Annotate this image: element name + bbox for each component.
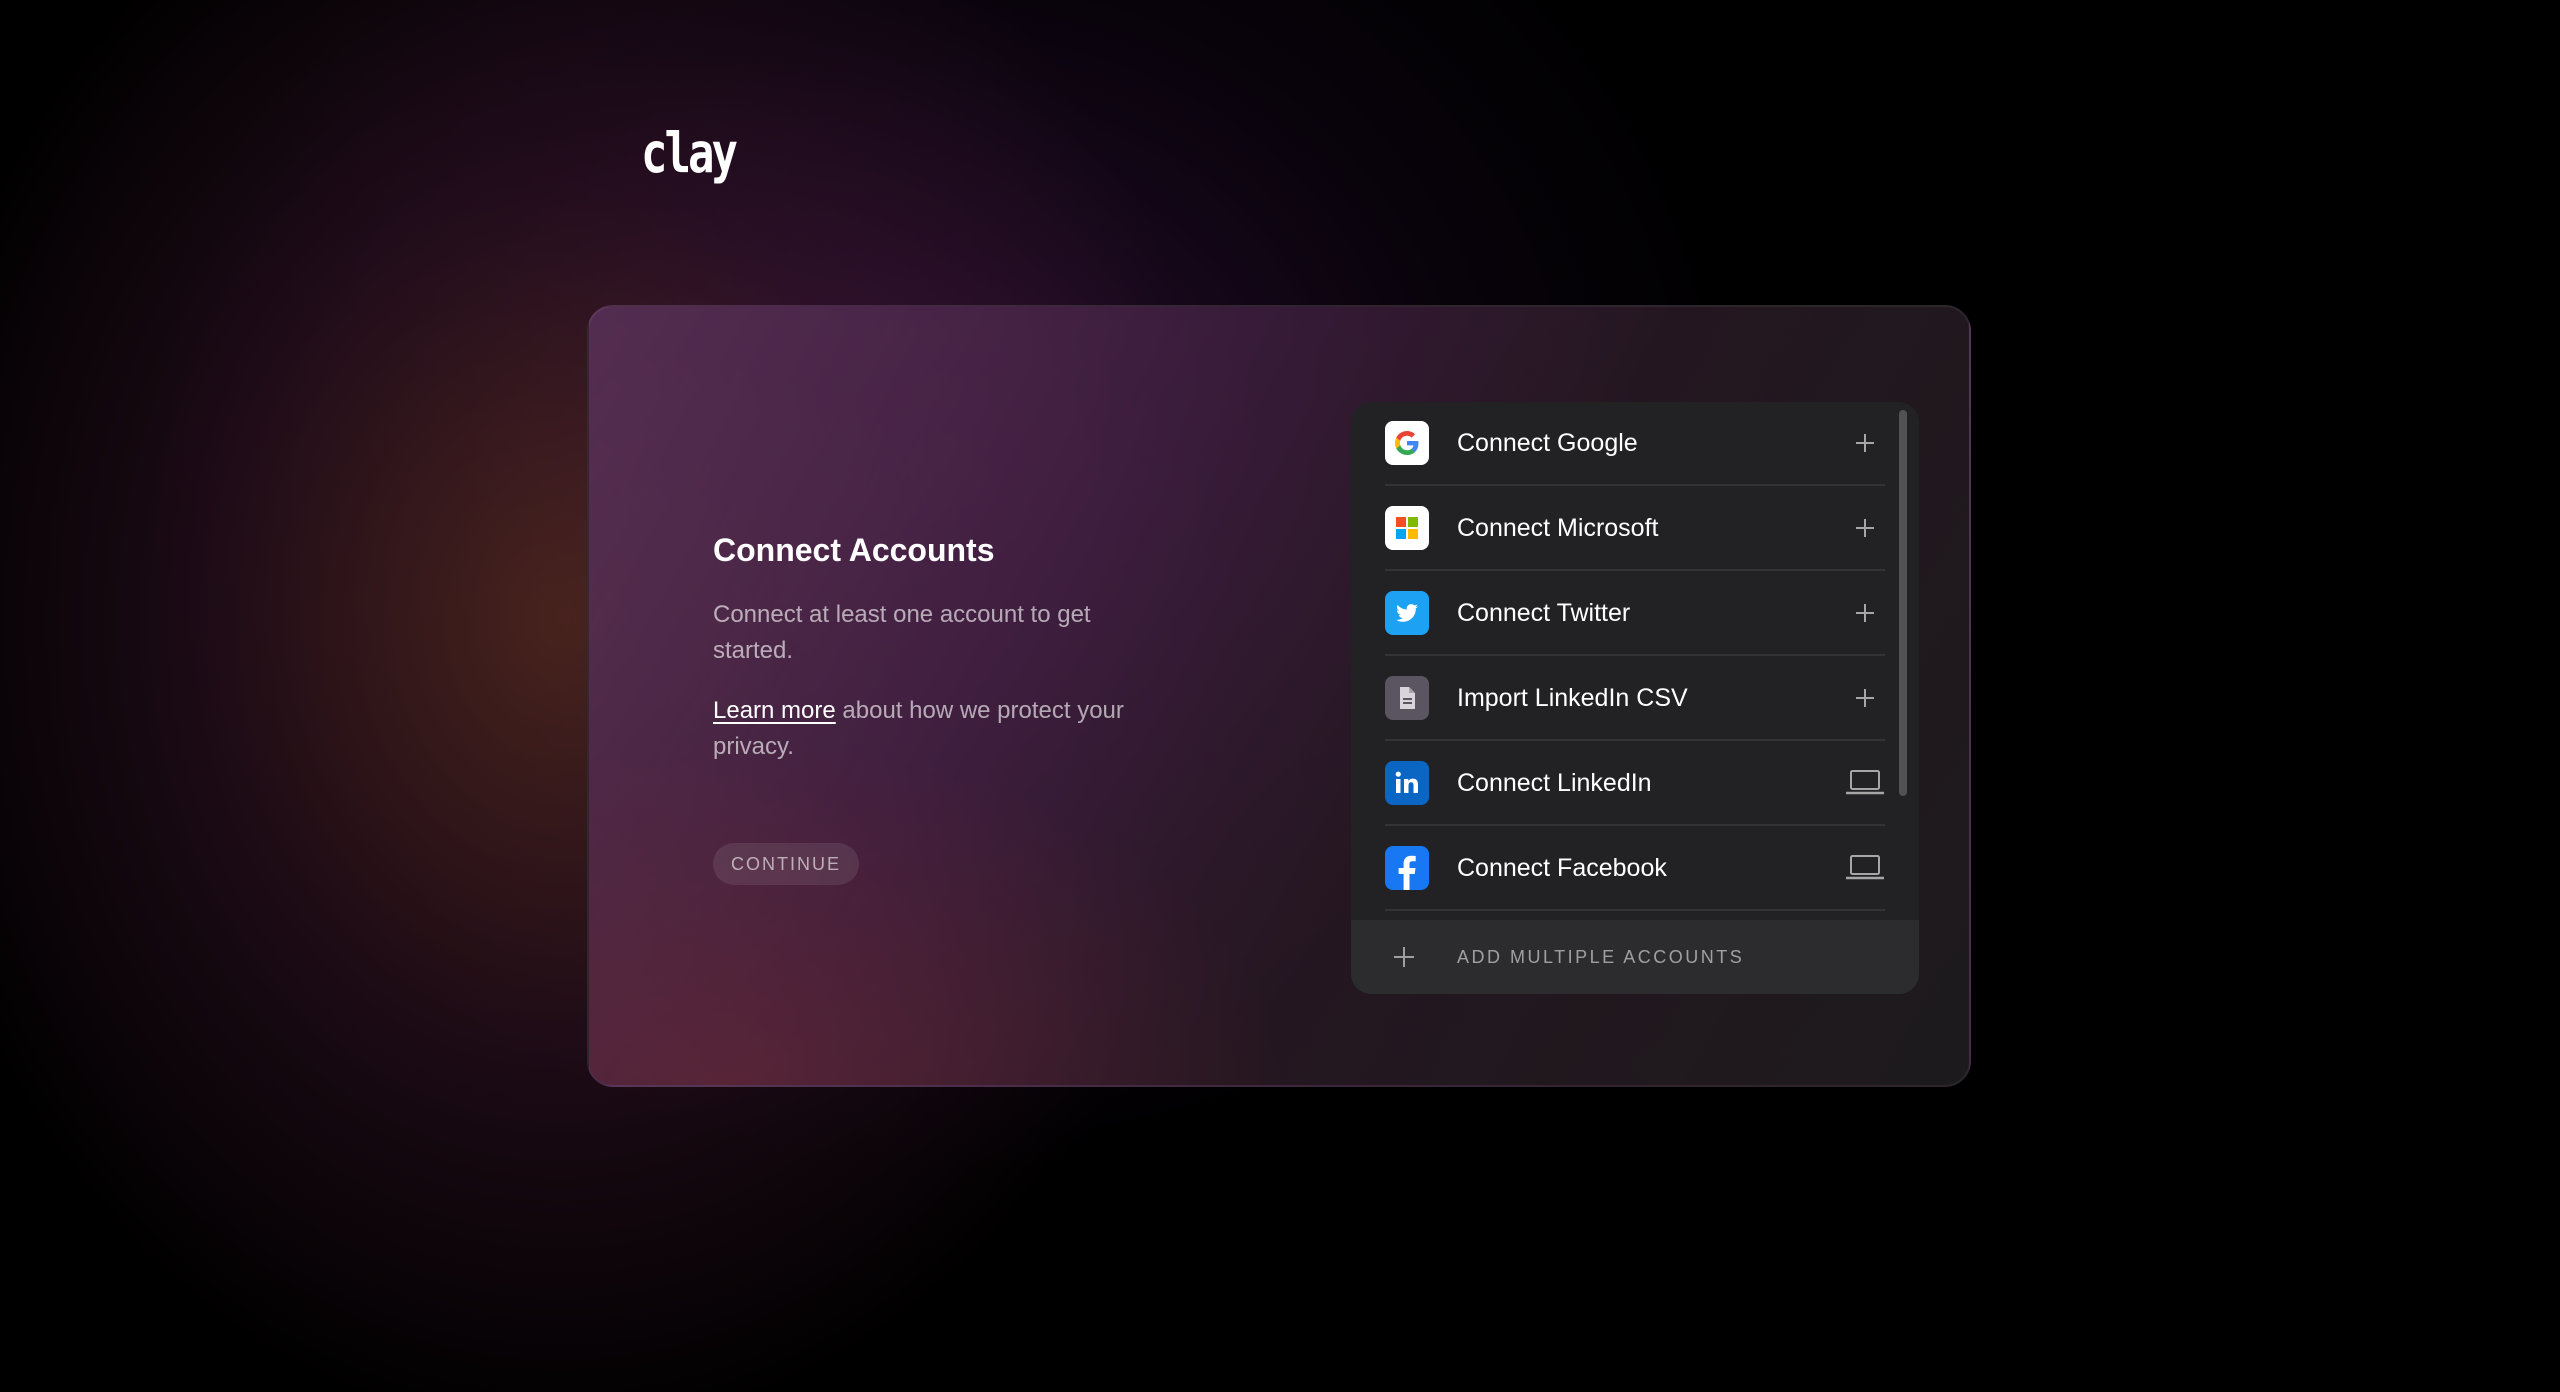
accounts-list[interactable]: Connect Google Connect Microsoft Connect… bbox=[1351, 402, 1919, 920]
privacy-note: Learn more about how we protect your pri… bbox=[713, 693, 1163, 765]
linkedin-icon bbox=[1385, 761, 1429, 805]
add-multiple-accounts-button[interactable]: ADD MULTIPLE ACCOUNTS bbox=[1351, 920, 1919, 994]
csv-file-icon bbox=[1385, 676, 1429, 720]
add-multiple-accounts-label: ADD MULTIPLE ACCOUNTS bbox=[1457, 947, 1745, 967]
account-label: Connect LinkedIn bbox=[1457, 769, 1652, 797]
onboarding-page: clay Connect Accounts Connect at least o… bbox=[0, 0, 2560, 1392]
facebook-icon bbox=[1385, 846, 1429, 890]
account-row-linkedin[interactable]: Connect LinkedIn bbox=[1385, 742, 1885, 826]
connect-accounts-card: Connect Accounts Connect at least one ac… bbox=[587, 305, 1971, 1087]
intro-description: Connect at least one account to get star… bbox=[713, 601, 1091, 664]
learn-more-link[interactable]: Learn more bbox=[713, 697, 836, 724]
account-label: Connect Microsoft bbox=[1457, 514, 1659, 542]
microsoft-icon bbox=[1385, 506, 1429, 550]
laptop-icon[interactable] bbox=[1845, 763, 1885, 803]
account-label: Import LinkedIn CSV bbox=[1457, 684, 1688, 712]
account-row-facebook[interactable]: Connect Facebook bbox=[1385, 827, 1885, 911]
account-label: Connect Twitter bbox=[1457, 599, 1631, 627]
intro-section: Connect Accounts Connect at least one ac… bbox=[713, 532, 1163, 765]
accounts-panel: Connect Google Connect Microsoft Connect… bbox=[1351, 402, 1919, 994]
account-row-twitter[interactable]: Connect Twitter bbox=[1385, 572, 1885, 656]
plus-icon bbox=[1391, 944, 1417, 970]
plus-icon[interactable] bbox=[1845, 423, 1885, 463]
plus-icon[interactable] bbox=[1845, 678, 1885, 718]
account-row-linkedin-csv[interactable]: Import LinkedIn CSV bbox=[1385, 657, 1885, 741]
account-row-google[interactable]: Connect Google bbox=[1385, 402, 1885, 486]
twitter-icon bbox=[1385, 591, 1429, 635]
account-label: Connect Facebook bbox=[1457, 854, 1667, 882]
plus-icon[interactable] bbox=[1845, 593, 1885, 633]
page-title: Connect Accounts bbox=[713, 532, 995, 568]
laptop-icon[interactable] bbox=[1845, 848, 1885, 888]
plus-icon[interactable] bbox=[1845, 508, 1885, 548]
scrollbar[interactable] bbox=[1899, 410, 1907, 796]
account-row-microsoft[interactable]: Connect Microsoft bbox=[1385, 487, 1885, 571]
continue-button[interactable]: CONTINUE bbox=[713, 843, 859, 885]
account-label: Connect Google bbox=[1457, 429, 1638, 457]
google-icon bbox=[1385, 421, 1429, 465]
clay-logo: clay bbox=[641, 122, 738, 186]
